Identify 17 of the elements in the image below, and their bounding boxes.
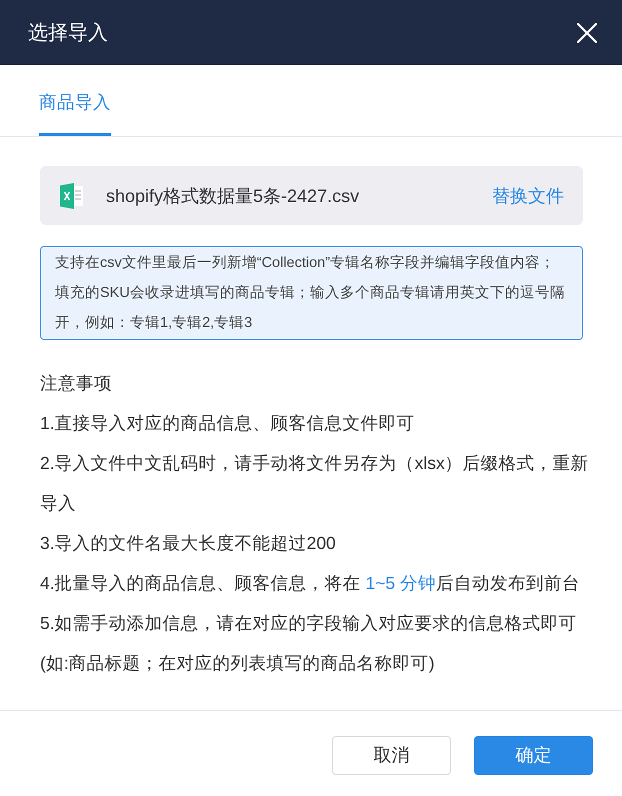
dialog-title: 选择导入 <box>28 20 108 46</box>
note-item: 4.批量导入的商品信息、顾客信息，将在 1~5 分钟后自动发布到前台 <box>40 572 582 595</box>
replace-file-link[interactable]: 替换文件 <box>492 184 564 208</box>
close-button[interactable] <box>576 22 598 44</box>
file-name: shopify格式数据量5条-2427.csv <box>106 184 360 208</box>
notice-text: 支持在csv文件里最后一列新增“Collection”专辑名称字段并编辑字段值内容；填充的SKU会收录进填写的商品专辑；输入多个商品专辑请用英文下的逗号隔开，例如：专辑1,专辑2,专辑3 <box>40 246 583 340</box>
note-item: 2.导入文件中文乱码时，请手动将文件另存为（xlsx）后缀格式，重新导入 <box>40 452 590 515</box>
note-item: 1.直接导入对应的商品信息、顾客信息文件即可 <box>40 412 416 435</box>
tab[interactable]: 商品导入 <box>39 85 111 136</box>
close-icon <box>577 22 597 42</box>
note-item: (如:商品标题；在对应的列表填写的商品名称即可) <box>40 652 436 675</box>
note-item: 3.导入的文件名最大长度不能超过200 <box>40 532 337 555</box>
note-item: 5.如需手动添加信息，请在对应的字段输入对应要求的信息格式即可 <box>40 612 578 635</box>
cancel-button[interactable]: 取消 <box>332 736 451 775</box>
confirm-button[interactable]: 确定 <box>474 736 593 775</box>
spreadsheet-file-icon <box>60 182 83 208</box>
notes-heading: 注意事项 <box>40 372 113 395</box>
